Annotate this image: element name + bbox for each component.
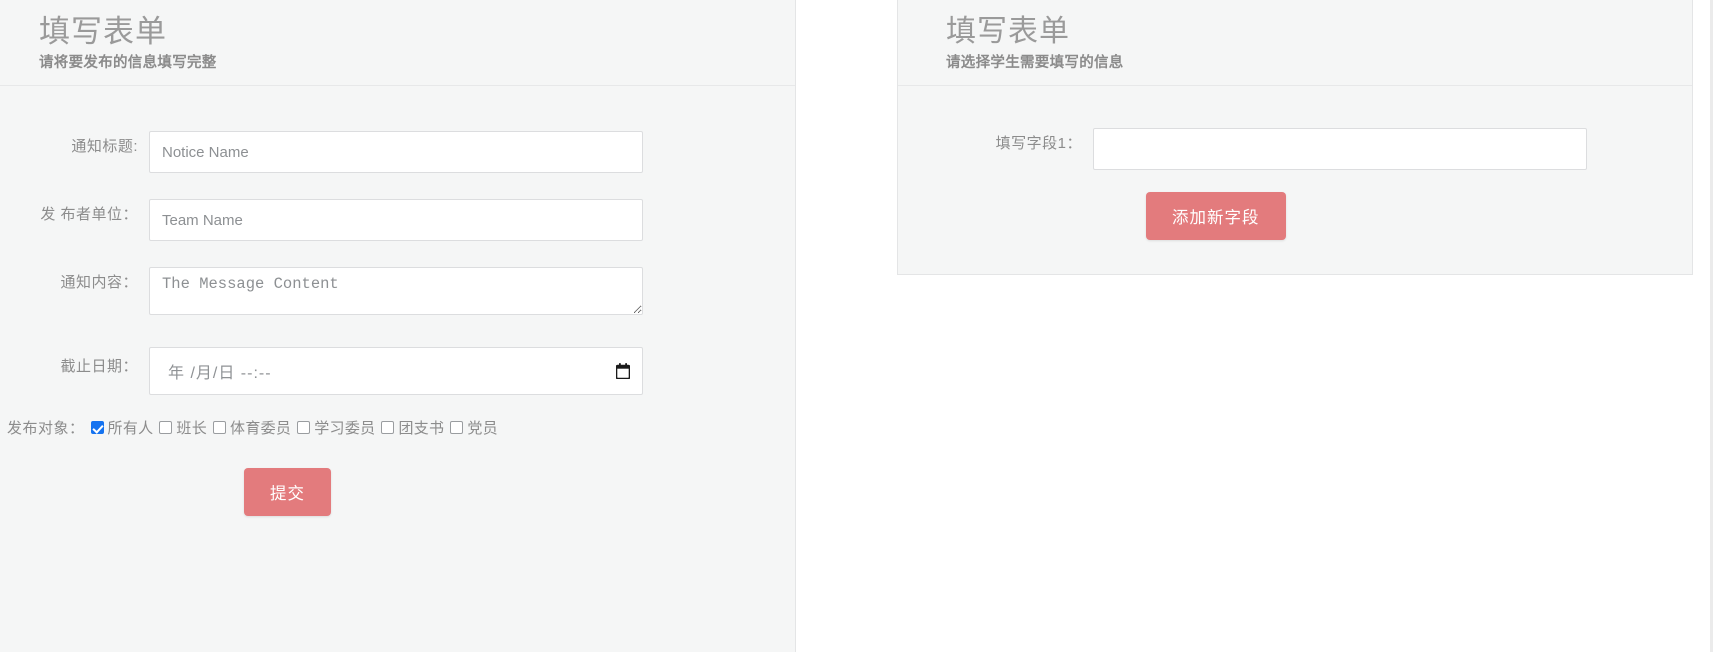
checkbox-monitor[interactable]	[159, 421, 173, 434]
checkbox-all-label: 所有人	[107, 420, 154, 437]
audience-option-sports-officer[interactable]: 体育委员	[213, 417, 291, 438]
checkbox-party-member[interactable]	[450, 421, 464, 434]
control-publisher-unit	[149, 199, 643, 241]
field-row-notice-title: 通知标题:	[0, 131, 795, 173]
left-panel-subtitle: 请将要发布的信息填写完整	[39, 55, 217, 71]
audience-option-study-officer[interactable]: 学习委员	[297, 417, 375, 438]
checkbox-study-officer-label: 学习委员	[314, 420, 376, 437]
student-field-panel: 填写表单 请选择学生需要填写的信息 填写字段1： 添加新字段	[897, 0, 1693, 275]
checkbox-league-secretary-label: 团支书	[398, 420, 445, 437]
submit-button[interactable]: 提交	[244, 468, 331, 516]
right-panel-subtitle: 请选择学生需要填写的信息	[946, 55, 1124, 71]
control-notice-content	[149, 267, 643, 315]
label-custom-field-1: 填写字段1：	[995, 135, 1082, 152]
add-field-button-wrap: 添加新字段	[898, 192, 1692, 240]
checkbox-party-member-label: 党员	[467, 420, 498, 437]
notice-form-panel: 填写表单 请将要发布的信息填写完整 通知标题: 发 布者单位： 通知内容：	[0, 0, 796, 652]
deadline-datetime-input[interactable]: 年 /月/日 --:--	[149, 347, 643, 395]
left-panel-body: 通知标题: 发 布者单位： 通知内容： 截止日	[0, 86, 795, 516]
checkbox-league-secretary[interactable]	[381, 421, 395, 434]
control-deadline: 年 /月/日 --:--	[149, 347, 643, 395]
field-row-publisher-unit: 发 布者单位：	[0, 199, 795, 241]
checkbox-all[interactable]	[90, 421, 104, 434]
form-page: 填写表单 请将要发布的信息填写完整 通知标题: 发 布者单位： 通知内容：	[0, 0, 1735, 652]
right-panel-body: 填写字段1： 添加新字段	[898, 86, 1692, 274]
audience-checkbox-row: 发布对象： 所有人 班长 体育委员 学习委员 团支书 党员	[0, 417, 795, 438]
right-panel-header: 填写表单 请选择学生需要填写的信息	[898, 0, 1692, 86]
calendar-icon[interactable]	[615, 363, 631, 380]
checkbox-sports-officer-label: 体育委员	[230, 420, 292, 437]
left-panel-header: 填写表单 请将要发布的信息填写完整	[0, 0, 795, 86]
label-notice-content: 通知内容：	[60, 274, 138, 291]
field-row-deadline: 截止日期： 年 /月/日 --:--	[0, 347, 795, 395]
right-panel-title: 填写表单	[946, 15, 1070, 48]
field-row-notice-content: 通知内容：	[0, 267, 795, 315]
label-deadline: 截止日期：	[60, 358, 138, 375]
checkbox-monitor-label: 班长	[176, 420, 208, 437]
label-publisher-unit: 发 布者单位：	[40, 206, 138, 223]
add-new-field-button[interactable]: 添加新字段	[1146, 192, 1286, 240]
checkbox-sports-officer[interactable]	[213, 421, 227, 434]
checkbox-study-officer[interactable]	[297, 421, 311, 434]
custom-field-1-input[interactable]	[1093, 128, 1587, 170]
audience-label: 发布对象：	[7, 420, 85, 437]
audience-option-party-member[interactable]: 党员	[450, 417, 498, 438]
notice-title-input[interactable]	[149, 131, 643, 173]
page-scrollbar[interactable]	[1710, 0, 1713, 652]
control-custom-field-1	[1093, 128, 1587, 170]
publisher-unit-input[interactable]	[149, 199, 643, 241]
audience-option-monitor[interactable]: 班长	[159, 417, 207, 438]
notice-content-textarea[interactable]	[149, 267, 643, 315]
label-notice-title: 通知标题:	[71, 138, 138, 155]
audience-option-all[interactable]: 所有人	[90, 417, 154, 438]
audience-option-league-secretary[interactable]: 团支书	[381, 417, 444, 438]
left-panel-title: 填写表单	[39, 14, 167, 49]
deadline-placeholder-text: 年 /月/日 --:--	[168, 365, 272, 382]
control-notice-title	[149, 131, 643, 173]
field-row-custom-field-1: 填写字段1：	[898, 128, 1692, 170]
submit-button-wrap: 提交	[0, 468, 795, 516]
